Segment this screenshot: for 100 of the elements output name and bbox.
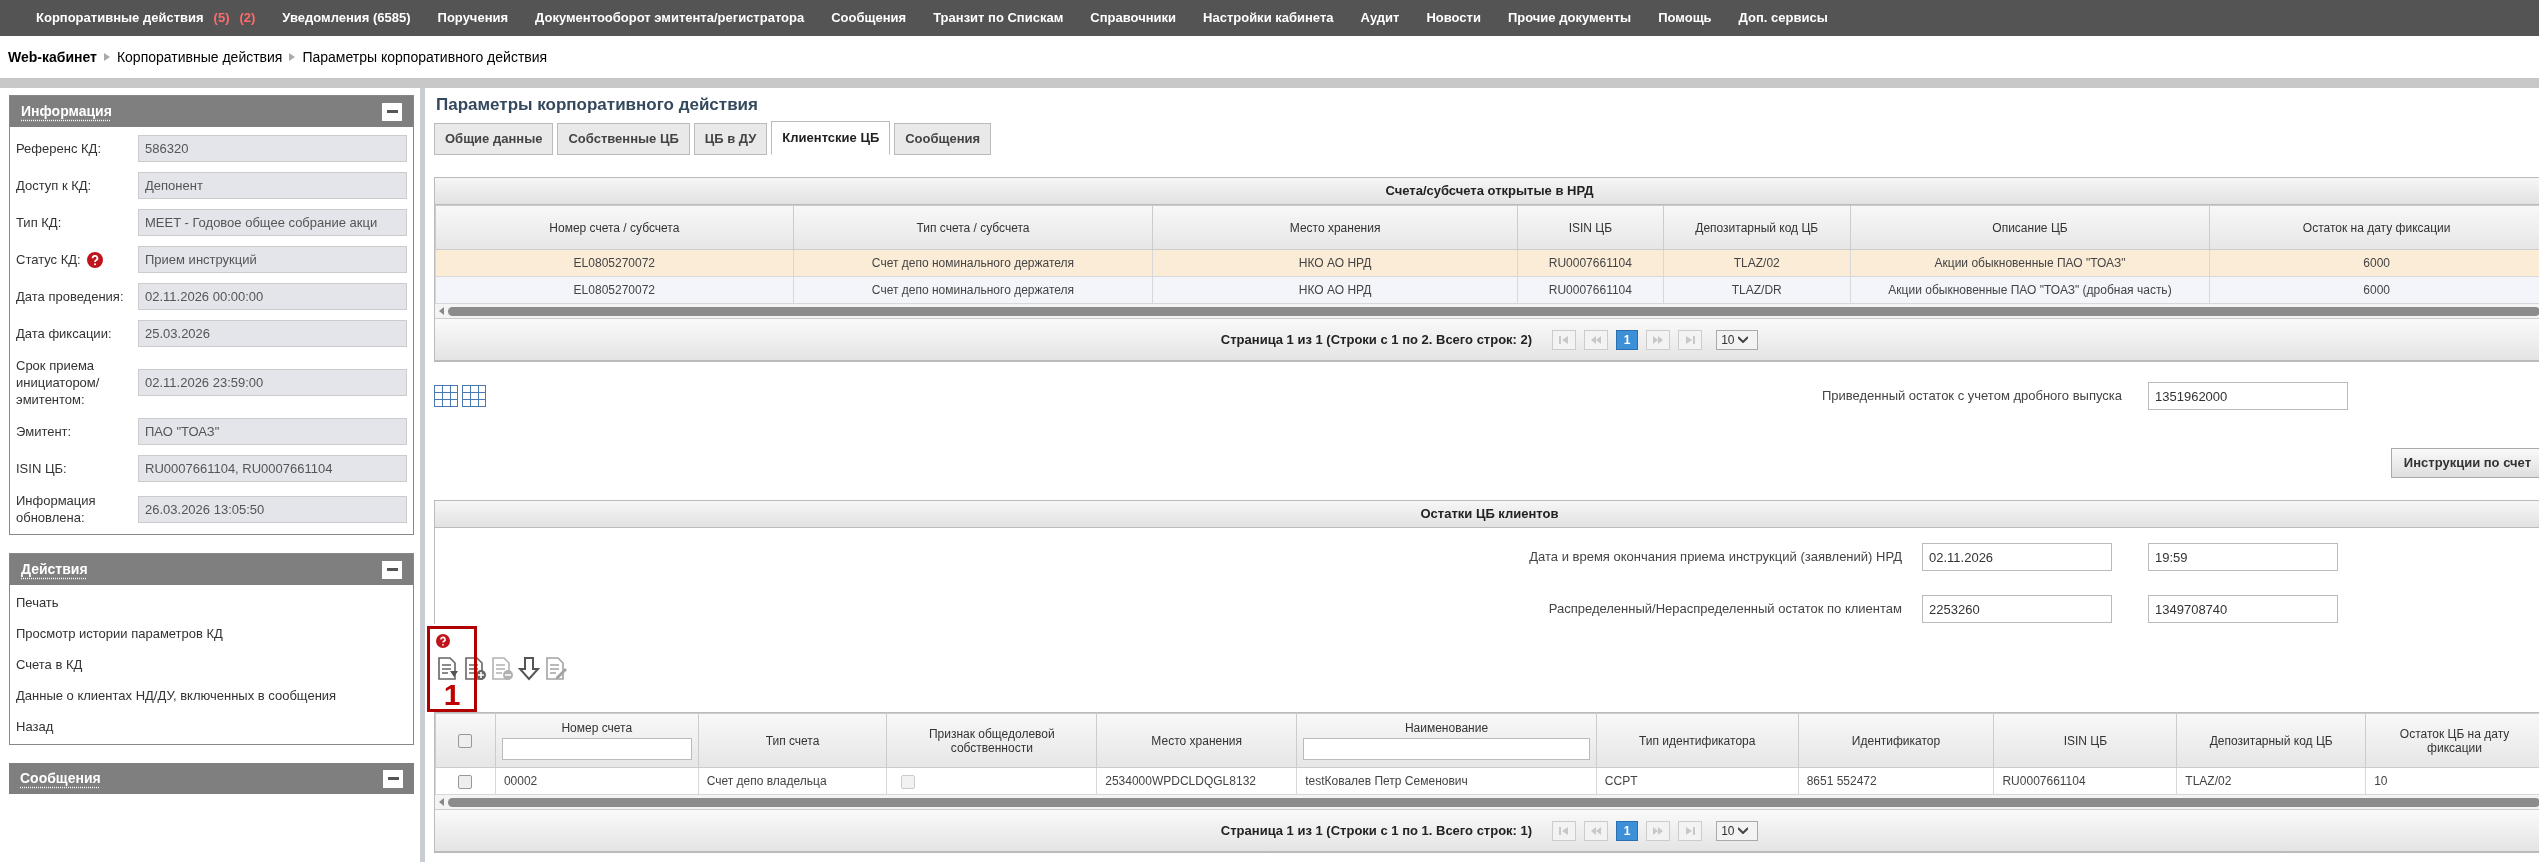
instructions-button[interactable]: Инструкции по счет (2390, 448, 2539, 478)
column-header[interactable]: Место хранения (1152, 205, 1518, 250)
table-cell: RU0007661104 (1993, 767, 2177, 795)
input-field[interactable]: 19:59 (2148, 543, 2338, 571)
balance-field[interactable]: 1351962000 (2148, 382, 2348, 410)
document-download-button[interactable] (436, 657, 460, 681)
table-cell: Акции обыкновенные ПАО "ТОАЗ" (дробная часть) (1850, 276, 2210, 304)
menu-item[interactable]: Аудит (1360, 8, 1400, 28)
action-link[interactable]: Назад (10, 711, 413, 742)
filter-field[interactable] (1303, 738, 1590, 760)
scrollbar-thumb[interactable] (448, 306, 2539, 316)
tab[interactable]: Общие данные (434, 123, 554, 155)
annotation-number: 1 (443, 681, 461, 709)
menu-item[interactable]: Документооборот эмитента/регистратора (535, 8, 805, 28)
page-size-select[interactable]: 10 (1716, 820, 1759, 841)
menu-count: (2) (239, 9, 256, 28)
table-cell: 2534000WPDCLDQGL8132 (1096, 767, 1297, 795)
menu-item[interactable]: Транзит по Спискам (933, 8, 1064, 28)
readonly-field[interactable]: RU0007661104, RU0007661104 (138, 455, 407, 482)
table-view-button[interactable] (462, 385, 486, 407)
download-arrow-button[interactable] (517, 657, 541, 681)
column-header[interactable]: Описание ЦБ (1850, 205, 2210, 250)
tab[interactable]: ЦБ в ДУ (693, 123, 768, 155)
page-size-select[interactable]: 10 (1716, 329, 1759, 350)
next-page-button[interactable] (1646, 820, 1671, 841)
table-cell: CCPT (1596, 767, 1799, 795)
action-link[interactable]: Счета в КД (10, 649, 413, 680)
panel-title[interactable]: Сообщения (20, 768, 101, 789)
readonly-field[interactable]: MEET - Годовое общее собрание акци (138, 209, 407, 236)
scrollbar-thumb[interactable] (448, 797, 2539, 807)
table-cell: Счет депо владельца (698, 767, 887, 795)
menu-item[interactable]: Сообщения (831, 8, 907, 28)
breadcrumb-link[interactable]: Корпоративные действия (116, 46, 283, 68)
menu-item[interactable]: Новости (1426, 8, 1481, 28)
menu-item[interactable]: Корпоративные действия (5) (2) (36, 8, 256, 28)
panel-title[interactable]: Информация (21, 101, 112, 122)
table-cell: Счет депо номинального держателя (793, 276, 1153, 304)
readonly-field[interactable]: 02.11.2026 23:59:00 (138, 369, 407, 396)
table-cell: RU0007661104 (1517, 276, 1664, 304)
breadcrumb-link[interactable]: Параметры корпоративного действия (302, 46, 548, 68)
help-icon (436, 634, 450, 648)
panel-title[interactable]: Действия (21, 559, 88, 580)
action-link[interactable]: Просмотр истории параметров КД (10, 618, 413, 649)
field-label: Приведенный остаток с учетом дробного выпуска (1821, 387, 2122, 406)
action-link[interactable]: Печать (10, 587, 413, 618)
column-header[interactable]: ISIN ЦБ (1517, 205, 1664, 250)
table-cell: RU0007661104 (1517, 249, 1664, 277)
input-field[interactable]: 1349708740 (2148, 595, 2338, 623)
field-label: Статус КД: (16, 251, 81, 268)
readonly-field[interactable]: 25.03.2026 (138, 320, 407, 347)
tab[interactable]: Собственные ЦБ (557, 123, 690, 155)
readonly-field[interactable]: 02.11.2026 00:00:00 (138, 283, 407, 310)
field-label: Информация обновлена: (16, 492, 97, 526)
collapse-button[interactable] (382, 102, 402, 121)
menu-item[interactable]: Прочие документы (1507, 8, 1632, 28)
readonly-field[interactable]: 26.03.2026 13:05:50 (138, 495, 407, 523)
first-page-icon (1558, 335, 1571, 344)
filter-field[interactable] (501, 738, 692, 760)
collapse-button[interactable] (383, 769, 403, 788)
last-page-button[interactable] (1678, 329, 1703, 350)
grid-view-button[interactable] (434, 385, 458, 407)
row-checkbox[interactable] (458, 774, 473, 789)
tab[interactable]: Клиентские ЦБ (771, 121, 891, 155)
help-icon (86, 251, 103, 268)
first-page-button[interactable] (1552, 820, 1577, 841)
menu-item[interactable]: Уведомления (6585) (282, 8, 411, 28)
breadcrumb-link[interactable]: Web-кабинет (8, 46, 97, 68)
last-page-button[interactable] (1678, 820, 1703, 841)
readonly-field[interactable]: 586320 (138, 135, 407, 162)
menu-item[interactable]: Поручения (437, 8, 509, 28)
previous-page-button[interactable] (1584, 329, 1609, 350)
dropdown-caret-icon (1738, 827, 1749, 834)
table-cell: 8651 552472 (1798, 767, 1994, 795)
select-all-checkbox[interactable] (458, 734, 473, 749)
readonly-field[interactable]: Депонент (138, 172, 407, 199)
action-link[interactable]: Данные о клиентах НД/ДУ, включенных в сообщения (10, 680, 413, 711)
input-field[interactable]: 2253260 (1922, 595, 2112, 623)
readonly-field[interactable]: Прием инструкций (138, 246, 407, 273)
readonly-field[interactable]: ПАО "ТОАЗ" (138, 418, 407, 445)
menu-item[interactable]: Доп. сервисы (1738, 8, 1828, 28)
menu-item[interactable]: Справочники (1090, 8, 1177, 28)
next-page-button[interactable] (1646, 329, 1671, 350)
scroll-left-icon (439, 798, 444, 806)
column-header[interactable]: Депозитарный код ЦБ (1663, 205, 1851, 250)
field-label: Эмитент: (16, 423, 72, 440)
tab[interactable]: Сообщения (894, 123, 992, 155)
collapse-button[interactable] (382, 560, 402, 579)
table-cell: TLAZ/02 (1663, 249, 1851, 277)
menu-item[interactable]: Настройки кабинета (1203, 8, 1334, 28)
table-cell: Акции обыкновенные ПАО "ТОАЗ" (1850, 249, 2210, 277)
menu-item[interactable]: Помощь (1658, 8, 1712, 28)
column-header[interactable]: Остаток на дату фиксации (2209, 205, 2539, 250)
first-page-button[interactable] (1552, 329, 1577, 350)
field-label: Тип КД: (16, 214, 62, 231)
previous-page-button[interactable] (1584, 820, 1609, 841)
pager-status: Страница 1 из 1 (Строки с 1 по 1. Всего строк: 1) (1220, 821, 1533, 840)
column-header[interactable]: Номер счета / субсчета (435, 205, 794, 250)
table-cell: testКовалев Петр Семенович (1296, 767, 1597, 795)
input-field[interactable]: 02.11.2026 (1922, 543, 2112, 571)
column-header[interactable]: Тип счета / субсчета (793, 205, 1153, 250)
